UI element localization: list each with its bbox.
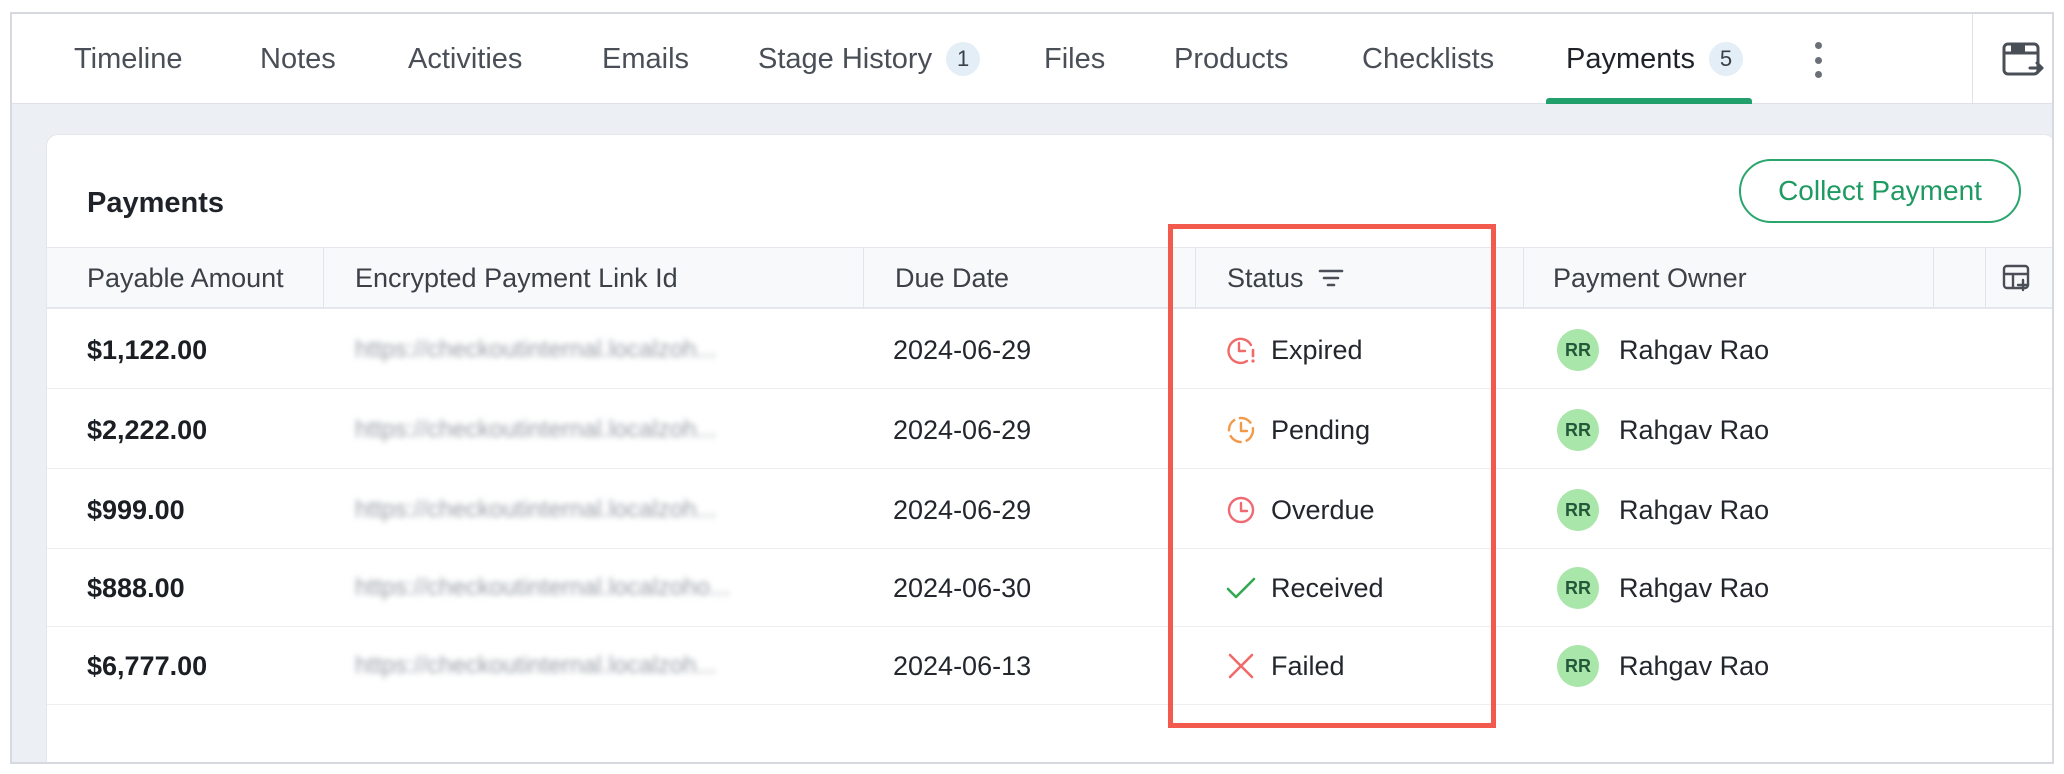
table-row[interactable]: $999.00 https://checkoutinternal.localzo…: [47, 471, 2052, 549]
status-cell: Expired: [1225, 311, 1363, 389]
column-header-label: Status: [1227, 262, 1304, 293]
tab-label: Emails: [602, 42, 690, 75]
card-title: Payments: [87, 187, 225, 219]
due-date: 2024-06-29: [893, 494, 1032, 525]
tab-label: Notes: [260, 42, 336, 75]
collect-payment-button[interactable]: Collect Payment: [1739, 159, 2021, 223]
column-header-due-date[interactable]: Due Date: [895, 248, 1009, 308]
payment-owner[interactable]: RR Rahgav Rao: [1557, 627, 1769, 705]
tab-checklists[interactable]: Checklists: [1362, 14, 1494, 104]
status-cell: Received: [1225, 549, 1384, 627]
tab-timeline[interactable]: Timeline: [74, 14, 183, 104]
side-panel-icon[interactable]: [2002, 40, 2046, 80]
filter-icon[interactable]: [1318, 267, 1344, 289]
payable-amount: $6,777.00: [87, 650, 208, 681]
check-icon: [1226, 577, 1256, 599]
payable-amount: $999.00: [87, 494, 185, 525]
tab-payments[interactable]: Payments 5: [1566, 14, 1743, 104]
tab-count-badge: 5: [1708, 42, 1743, 76]
payments-card: Payments Collect Payment Payable Amount …: [46, 134, 2052, 762]
status-label: Expired: [1271, 334, 1363, 365]
tab-count-badge: 1: [946, 42, 981, 76]
payable-amount: $2,222.00: [87, 414, 208, 445]
table-row[interactable]: $2,222.00 https://checkoutinternal.local…: [47, 391, 2052, 469]
table-row[interactable]: $1,122.00 https://checkoutinternal.local…: [47, 311, 2052, 389]
status-label: Received: [1271, 572, 1384, 603]
x-icon: [1228, 653, 1254, 679]
app-frame: Timeline Notes Activities Emails Stage H…: [10, 12, 2054, 764]
active-tab-indicator: [1546, 98, 1752, 104]
payment-owner[interactable]: RR Rahgav Rao: [1557, 311, 1769, 389]
owner-name: Rahgav Rao: [1619, 494, 1770, 525]
status-label: Failed: [1271, 650, 1345, 681]
due-date: 2024-06-30: [893, 572, 1032, 603]
more-vertical-icon[interactable]: [1808, 42, 1828, 78]
due-date: 2024-06-29: [893, 414, 1032, 445]
tab-label: Stage History: [758, 42, 933, 75]
tab-products[interactable]: Products: [1174, 14, 1288, 104]
table-row[interactable]: $6,777.00 https://checkoutinternal.local…: [47, 627, 2052, 705]
clock-dashed-icon: [1227, 416, 1255, 444]
column-resize-handle[interactable]: [323, 248, 324, 308]
owner-name: Rahgav Rao: [1619, 650, 1770, 681]
payment-link[interactable]: https://checkoutinternal.localzoho...: [355, 549, 730, 627]
status-cell: Failed: [1225, 627, 1345, 705]
column-header-payment-owner[interactable]: Payment Owner: [1553, 248, 1747, 308]
clock-icon: [1227, 496, 1255, 524]
tab-bar: Timeline Notes Activities Emails Stage H…: [12, 14, 2052, 104]
payable-amount: $1,122.00: [87, 334, 208, 365]
payment-link[interactable]: https://checkoutinternal.localzoh...: [355, 471, 717, 549]
column-header-payable-amount[interactable]: Payable Amount: [87, 248, 284, 308]
divider: [1972, 14, 1973, 104]
tab-label: Payments: [1566, 42, 1695, 75]
column-resize-handle[interactable]: [863, 248, 864, 308]
due-date: 2024-06-29: [893, 334, 1032, 365]
tab-activities[interactable]: Activities: [408, 14, 522, 104]
tab-label: Products: [1174, 42, 1289, 75]
status-cell: Pending: [1225, 391, 1370, 469]
payment-owner[interactable]: RR Rahgav Rao: [1557, 391, 1769, 469]
payment-link[interactable]: https://checkoutinternal.localzoh...: [355, 391, 717, 469]
status-cell: Overdue: [1225, 471, 1375, 549]
avatar: RR: [1557, 567, 1599, 609]
avatar: RR: [1557, 645, 1599, 687]
divider: [1985, 248, 1986, 308]
payment-link[interactable]: https://checkoutinternal.localzoh...: [355, 311, 717, 389]
payable-amount: $888.00: [87, 572, 185, 603]
tab-notes[interactable]: Notes: [260, 14, 336, 104]
status-label: Pending: [1271, 414, 1371, 445]
column-resize-handle[interactable]: [1523, 248, 1524, 308]
owner-name: Rahgav Rao: [1619, 572, 1770, 603]
column-header-status[interactable]: Status: [1227, 248, 1344, 308]
tab-stage-history[interactable]: Stage History 1: [758, 14, 981, 104]
tab-files[interactable]: Files: [1044, 14, 1105, 104]
avatar: RR: [1557, 489, 1599, 531]
column-resize-handle[interactable]: [1195, 248, 1196, 308]
tab-label: Activities: [408, 42, 523, 75]
owner-name: Rahgav Rao: [1619, 414, 1770, 445]
column-resize-handle[interactable]: [1933, 248, 1934, 308]
tab-label: Checklists: [1362, 42, 1495, 75]
payment-owner[interactable]: RR Rahgav Rao: [1557, 549, 1769, 627]
tab-emails[interactable]: Emails: [602, 14, 689, 104]
column-settings-icon[interactable]: [2001, 262, 2033, 294]
owner-name: Rahgav Rao: [1619, 334, 1770, 365]
avatar: RR: [1557, 409, 1599, 451]
column-header-payment-link[interactable]: Encrypted Payment Link Id: [355, 248, 678, 308]
table-header: Payable Amount Encrypted Payment Link Id…: [47, 247, 2052, 309]
payment-owner[interactable]: RR Rahgav Rao: [1557, 471, 1769, 549]
avatar: RR: [1557, 329, 1599, 371]
status-label: Overdue: [1271, 494, 1375, 525]
due-date: 2024-06-13: [893, 650, 1032, 681]
tab-label: Timeline: [74, 42, 183, 75]
tab-label: Files: [1044, 42, 1106, 75]
table-row[interactable]: $888.00 https://checkoutinternal.localzo…: [47, 549, 2052, 627]
payment-link[interactable]: https://checkoutinternal.localzoh...: [355, 627, 717, 705]
clock-alert-icon: [1227, 337, 1255, 365]
